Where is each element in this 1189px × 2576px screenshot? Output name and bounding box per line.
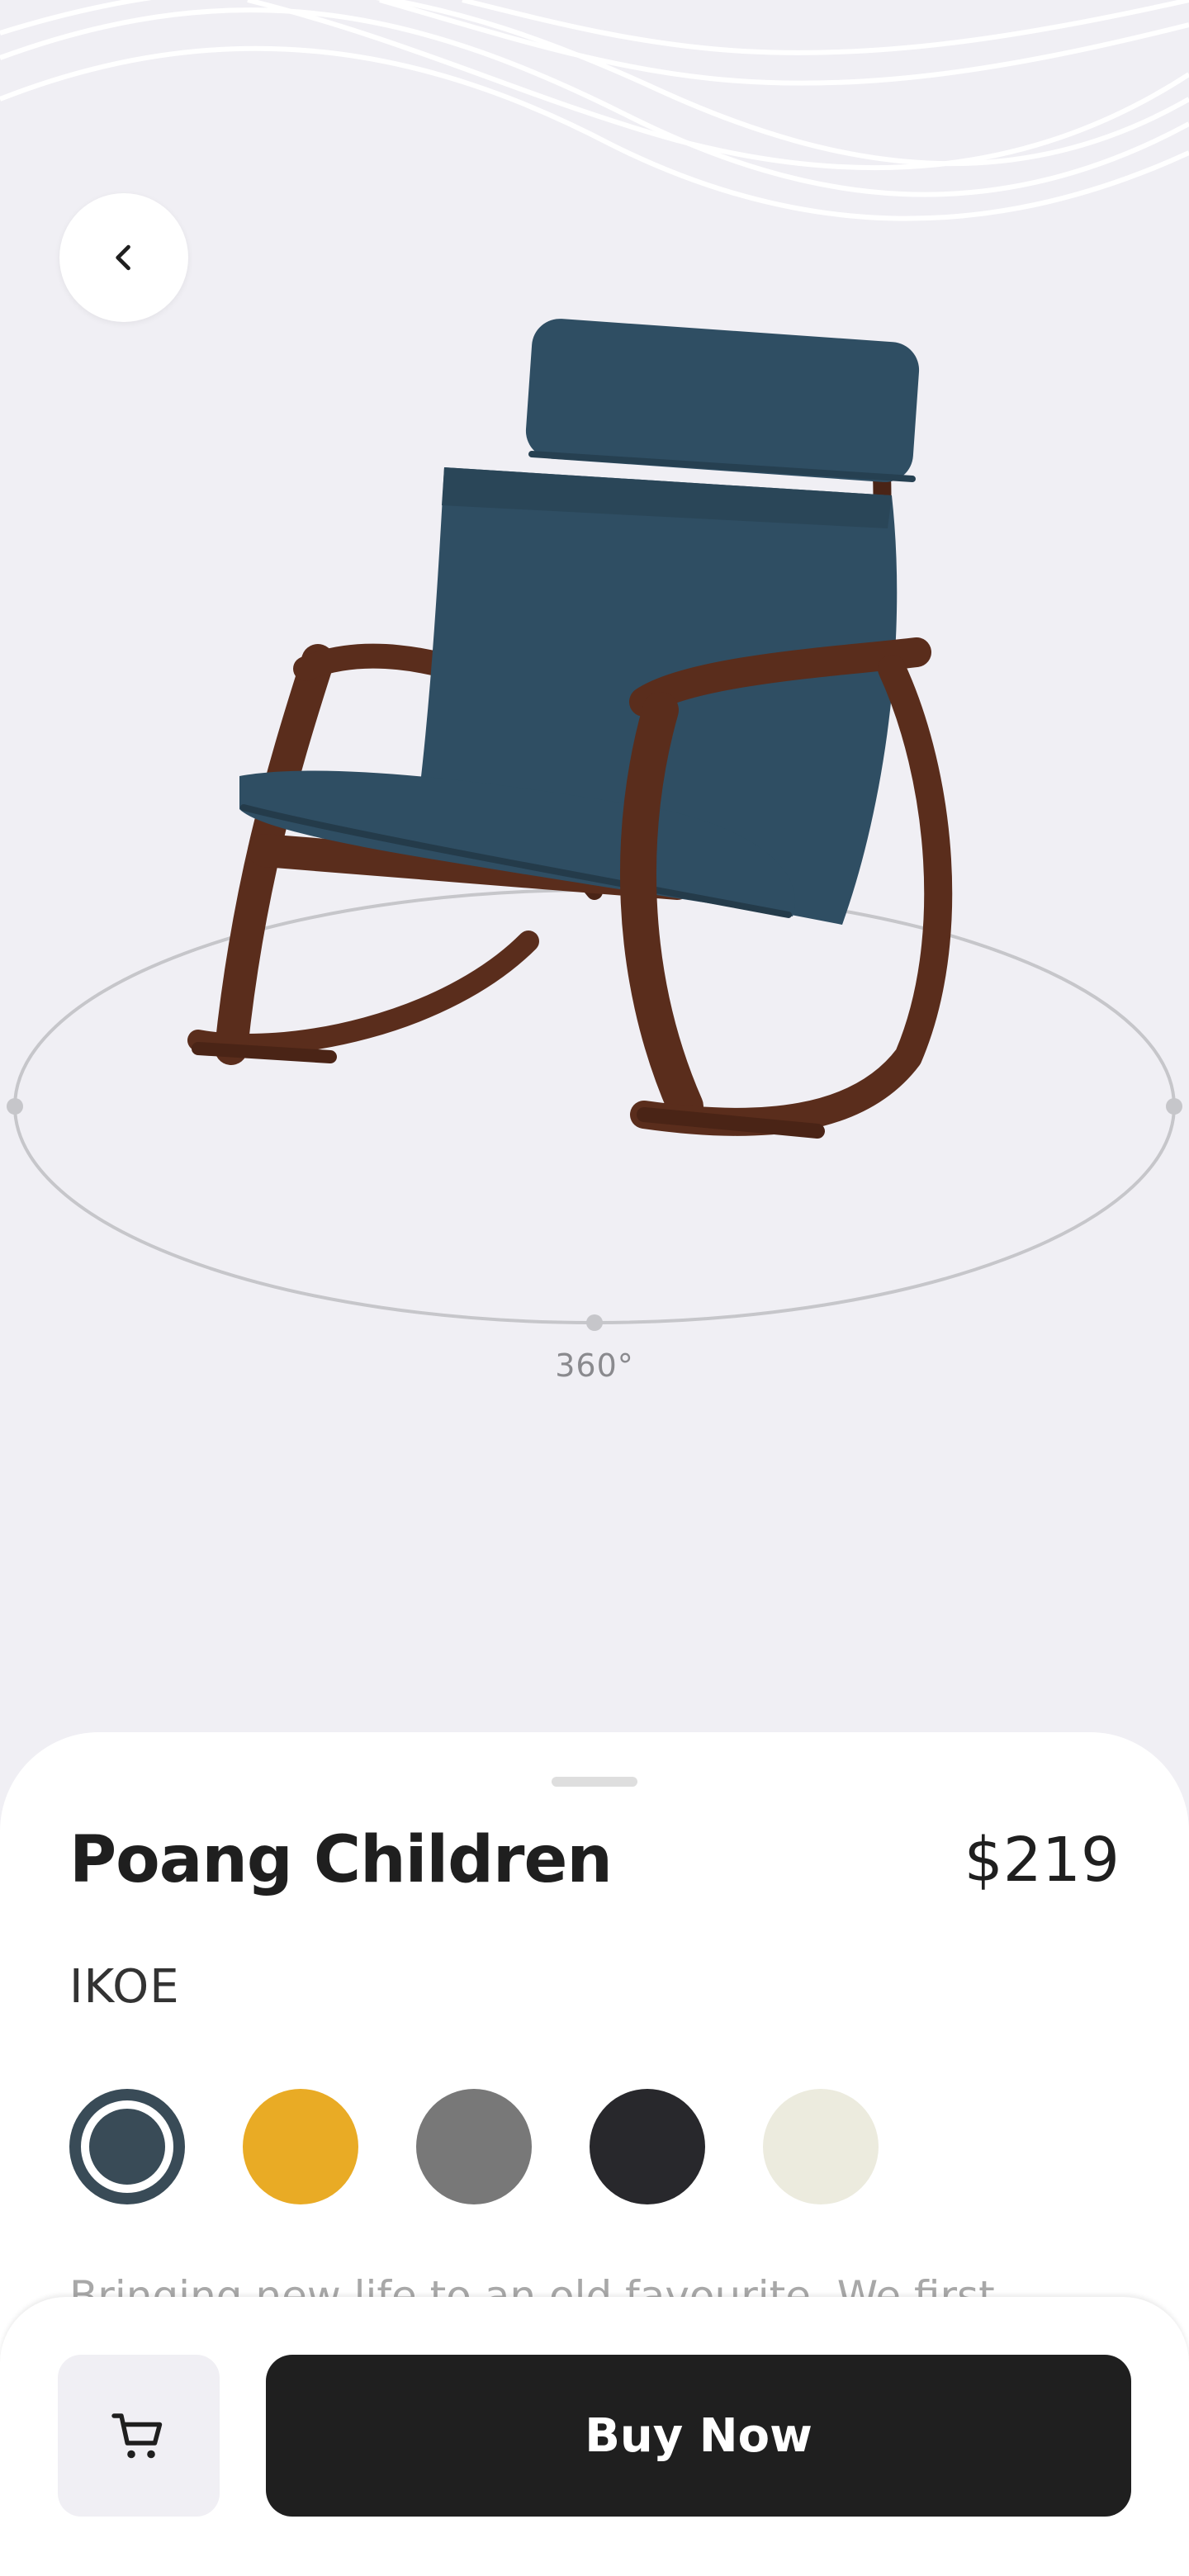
- orbit-handle-left[interactable]: [7, 1098, 23, 1115]
- color-swatch[interactable]: [69, 2089, 185, 2204]
- cart-icon: [111, 2413, 163, 2459]
- chair-image: [187, 319, 953, 1139]
- product-title: Poang Children: [69, 1823, 613, 1897]
- color-swatch[interactable]: [416, 2089, 532, 2204]
- color-swatch[interactable]: [243, 2089, 358, 2204]
- rotation-degree-label: 360°: [555, 1347, 634, 1384]
- drag-handle[interactable]: [552, 1777, 637, 1787]
- product-brand: IKOE: [69, 1960, 180, 2014]
- add-to-cart-button[interactable]: [58, 2355, 220, 2517]
- color-swatch[interactable]: [763, 2089, 879, 2204]
- orbit-handle-right[interactable]: [1166, 1098, 1182, 1115]
- product-viewer: 360°: [0, 0, 1189, 1767]
- bottom-action-bar: Buy Now: [0, 2297, 1189, 2576]
- orbit-handle-bottom[interactable]: [586, 1314, 603, 1331]
- product-price: $219: [964, 1825, 1120, 1896]
- color-swatch[interactable]: [590, 2089, 705, 2204]
- buy-now-button[interactable]: Buy Now: [266, 2355, 1131, 2517]
- chevron-left-icon: [116, 244, 130, 271]
- back-button[interactable]: [59, 193, 188, 322]
